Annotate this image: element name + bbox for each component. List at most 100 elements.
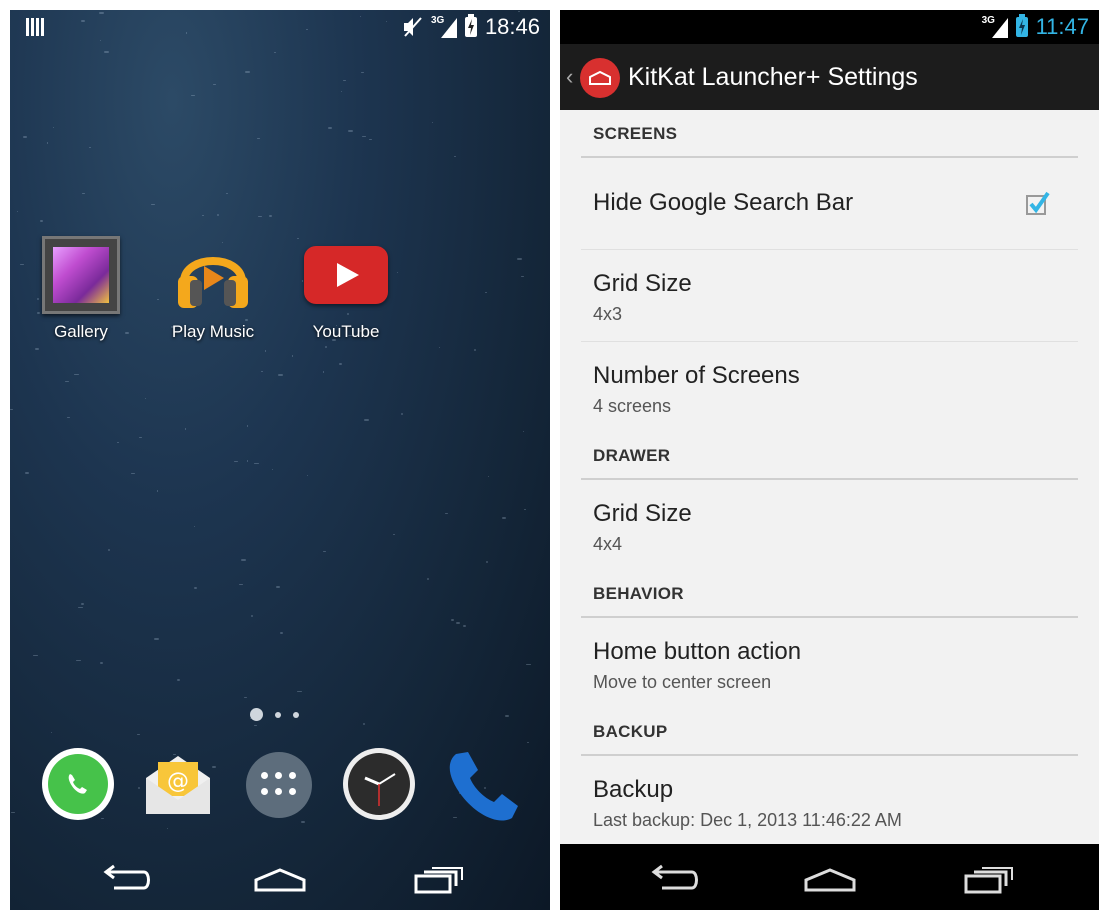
pref-screens-grid-size[interactable]: Grid Size 4x3 — [581, 250, 1078, 342]
wallpaper-speck — [81, 603, 84, 605]
wallpaper-speck — [463, 625, 466, 627]
home-screen: 3G 18:46 Gallery Play Music YouTube @ — [10, 10, 550, 910]
navigation-bar — [10, 844, 550, 910]
wallpaper-speck — [76, 660, 81, 661]
checkbox-checked-icon[interactable] — [1026, 191, 1050, 215]
section-header-drawer: DRAWER — [581, 432, 1078, 480]
launcher-logo-icon[interactable] — [580, 58, 620, 98]
mute-icon — [403, 17, 422, 37]
pref-drawer-grid-size[interactable]: Grid Size 4x4 — [581, 480, 1078, 572]
wallpaper-speck — [363, 723, 365, 725]
app-play-music[interactable]: Play Music — [158, 236, 268, 342]
wallpaper-speck — [139, 437, 142, 438]
wallpaper-speck — [297, 691, 302, 692]
section-header-behavior: BEHAVIOR — [581, 570, 1078, 618]
wallpaper-speck — [341, 91, 342, 92]
clock-icon[interactable] — [343, 748, 415, 820]
pref-title: Number of Screens — [593, 362, 800, 389]
app-gallery[interactable]: Gallery — [26, 236, 136, 342]
pref-number-of-screens[interactable]: Number of Screens 4 screens — [581, 342, 1078, 434]
wallpaper-speck — [185, 428, 186, 430]
wallpaper-speck — [40, 220, 43, 222]
wallpaper-speck — [280, 632, 283, 634]
wallpaper-speck — [265, 350, 266, 352]
wallpaper-speck — [177, 679, 180, 681]
back-icon[interactable] — [94, 858, 154, 898]
wallpaper-speck — [427, 578, 429, 580]
section-header-screens: SCREENS — [581, 110, 1078, 158]
wallpaper-speck — [502, 517, 506, 519]
pref-title: Hide Google Search Bar — [593, 189, 854, 216]
wallpaper-speck — [505, 715, 509, 717]
wallpaper-speck — [47, 142, 48, 144]
wallpaper-speck — [191, 95, 195, 96]
pref-title: Backup — [593, 776, 674, 803]
wallpaper-speck — [241, 559, 246, 561]
wallpaper-speck — [323, 371, 324, 373]
whatsapp-icon[interactable] — [42, 748, 114, 820]
wallpaper-speck — [247, 460, 248, 462]
wallpaper-speck — [89, 147, 91, 148]
recent-apps-icon[interactable] — [960, 858, 1020, 898]
wallpaper-speck — [167, 828, 168, 829]
recent-apps-icon[interactable] — [410, 858, 470, 898]
wallpaper-speck — [393, 534, 395, 535]
wallpaper-speck — [145, 398, 146, 399]
pref-hide-google-search-bar[interactable]: Hide Google Search Bar — [581, 158, 1078, 250]
pref-title: Home button action — [593, 638, 802, 665]
wallpaper-speck — [151, 204, 155, 205]
wallpaper-speck — [53, 127, 54, 128]
wallpaper-speck — [362, 136, 366, 137]
up-chevron-icon[interactable]: ‹ — [566, 64, 573, 90]
wallpaper-speck — [361, 72, 364, 73]
wallpaper-speck — [137, 734, 140, 735]
wallpaper-speck — [194, 526, 195, 527]
wallpaper-speck — [244, 697, 247, 698]
wallpaper-speck — [33, 655, 38, 656]
app-label: YouTube — [312, 322, 380, 341]
home-icon[interactable] — [800, 858, 860, 898]
pref-summary: Move to center screen — [593, 672, 772, 692]
wallpaper-speck — [51, 732, 52, 733]
wallpaper-speck — [432, 122, 433, 123]
wallpaper-speck — [325, 346, 327, 348]
wallpaper-speck — [269, 215, 272, 217]
app-youtube[interactable]: YouTube — [291, 236, 401, 342]
back-icon[interactable] — [642, 858, 702, 898]
wallpaper-speck — [11, 812, 15, 813]
wallpaper-speck — [239, 584, 243, 585]
email-icon[interactable]: @ — [142, 748, 214, 820]
wallpaper-speck — [74, 374, 79, 375]
settings-screen: 3G 11:47 ‹ KitKat Launcher+ Settings SCR… — [560, 10, 1099, 910]
gallery-icon — [42, 236, 120, 314]
signal-icon: 3G — [982, 15, 1008, 38]
wallpaper-speck — [343, 80, 346, 81]
wallpaper-speck — [292, 355, 293, 357]
section-header-backup: BACKUP — [581, 708, 1078, 756]
signal-icon: 3G — [431, 15, 457, 38]
wallpaper-speck — [307, 475, 308, 476]
wallpaper-speck — [323, 551, 326, 552]
wallpaper-speck — [439, 347, 440, 348]
pref-home-button-action[interactable]: Home button action Move to center screen — [581, 618, 1078, 710]
action-bar: ‹ KitKat Launcher+ Settings — [560, 44, 1099, 110]
wallpaper-speck — [445, 513, 448, 514]
wallpaper-speck — [521, 276, 524, 277]
svg-text:@: @ — [167, 769, 189, 794]
wallpaper-speck — [100, 662, 103, 664]
wallpaper-speck — [261, 371, 263, 372]
wallpaper-speck — [401, 413, 403, 415]
phone-icon[interactable] — [442, 748, 522, 821]
wallpaper-speck — [254, 725, 257, 726]
app-drawer-icon[interactable] — [246, 752, 312, 818]
wallpaper-speck — [202, 215, 204, 216]
wallpaper-speck — [456, 622, 460, 624]
pref-backup[interactable]: Backup Last backup: Dec 1, 2013 11:46:22… — [581, 756, 1078, 844]
app-label: Play Music — [171, 322, 255, 341]
wallpaper-speck — [451, 619, 454, 621]
home-icon[interactable] — [250, 858, 310, 898]
page-title: KitKat Launcher+ Settings — [628, 63, 918, 91]
wallpaper-speck — [234, 461, 238, 462]
wallpaper-speck — [138, 787, 140, 789]
wallpaper-speck — [474, 349, 476, 351]
